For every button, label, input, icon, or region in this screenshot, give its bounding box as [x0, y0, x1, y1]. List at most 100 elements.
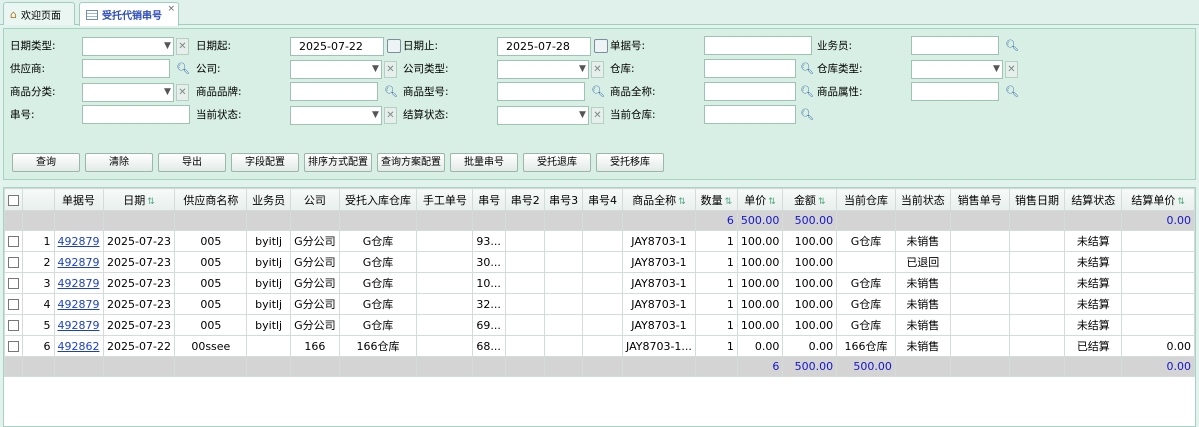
consignment-return-button[interactable]: 受托退库 [523, 153, 591, 172]
salesman-input[interactable] [911, 36, 999, 55]
col-salesman[interactable]: 业务员 [246, 188, 292, 211]
col-serial4[interactable]: 串号4 [582, 188, 624, 211]
date-type-select[interactable] [82, 37, 174, 56]
cell-doc[interactable]: 492879 [53, 293, 104, 315]
col-supplier[interactable]: 供应商名称 [174, 188, 248, 211]
doc-link[interactable]: 492879 [58, 256, 100, 269]
table-row[interactable]: 5 492879 2025-07-23 005 byitlj G分公司 G仓库 69... JA… [4, 314, 1195, 336]
chevron-down-icon[interactable]: ▼ [577, 107, 588, 124]
calendar-icon[interactable] [594, 39, 608, 53]
col-in-warehouse[interactable]: 受托入库仓库 [338, 188, 418, 211]
product-brand-input[interactable] [290, 82, 378, 101]
clear-icon[interactable]: ✕ [384, 61, 397, 78]
col-sale-date[interactable]: 销售日期 [1008, 188, 1066, 211]
close-tab-icon[interactable]: × [167, 4, 175, 14]
table-row[interactable]: 6 492862 2025-07-22 00ssee 166 166仓库 68... JAY8… [4, 335, 1195, 357]
col-serial[interactable]: 串号 [472, 188, 507, 211]
clear-icon[interactable]: ✕ [1005, 61, 1018, 78]
clear-icon[interactable]: ✕ [176, 38, 189, 55]
current-warehouse-input[interactable] [704, 105, 796, 124]
search-icon[interactable]: 🔍︎ [800, 83, 814, 100]
field-config-button[interactable]: 字段配置 [231, 153, 299, 172]
date-from-input[interactable]: 2025-07-22 [290, 37, 384, 56]
export-button[interactable]: 导出 [158, 153, 226, 172]
clear-icon[interactable]: ✕ [384, 107, 397, 124]
sort-config-button[interactable]: 排序方式配置 [304, 153, 372, 172]
tab-welcome[interactable]: ⌂ 欢迎页面 [3, 2, 75, 25]
cell-doc[interactable]: 492879 [53, 272, 104, 294]
warehouse-input[interactable] [704, 59, 796, 78]
product-fullname-input[interactable] [704, 82, 796, 101]
col-manual-no[interactable]: 手工单号 [416, 188, 474, 211]
col-settle-status[interactable]: 结算状态 [1064, 188, 1123, 211]
batch-serial-button[interactable]: 批量串号 [450, 153, 518, 172]
tab-consignment-serial[interactable]: 受托代销串号 × [79, 2, 179, 26]
warehouse-type-select[interactable] [911, 60, 1003, 79]
search-icon[interactable]: 🔍︎ [1005, 37, 1019, 54]
product-category-select[interactable] [82, 83, 174, 102]
chevron-down-icon[interactable]: ▼ [991, 61, 1002, 78]
table-row[interactable]: 4 492879 2025-07-23 005 byitlj G分公司 G仓库 32... JA… [4, 293, 1195, 315]
table-row[interactable]: 1 492879 2025-07-23 005 byitlj G分公司 G仓库 93... JA… [4, 230, 1195, 252]
product-attr-input[interactable] [911, 82, 999, 101]
row-checkbox[interactable] [4, 230, 23, 252]
current-status-select[interactable] [290, 106, 382, 125]
search-icon[interactable]: 🔍︎ [800, 106, 814, 123]
cell-doc[interactable]: 492879 [53, 251, 104, 273]
doc-link[interactable]: 492879 [58, 298, 100, 311]
company-select[interactable] [290, 60, 382, 79]
doc-link[interactable]: 492879 [58, 319, 100, 332]
calendar-icon[interactable] [387, 39, 401, 53]
search-icon[interactable]: 🔍︎ [800, 60, 814, 77]
consignment-transfer-button[interactable]: 受托移库 [596, 153, 664, 172]
supplier-input[interactable] [82, 59, 170, 78]
chevron-down-icon[interactable]: ▼ [370, 107, 381, 124]
select-all-checkbox[interactable] [4, 188, 23, 211]
table-row[interactable]: 2 492879 2025-07-23 005 byitlj G分公司 G仓库 30... JA… [4, 251, 1195, 273]
row-checkbox[interactable] [4, 293, 23, 315]
col-current-status[interactable]: 当前状态 [894, 188, 951, 211]
col-current-warehouse[interactable]: 当前仓库 [836, 188, 896, 211]
search-icon[interactable]: 🔍︎ [176, 60, 190, 77]
row-checkbox[interactable] [4, 251, 23, 273]
search-icon[interactable]: 🔍︎ [384, 83, 398, 100]
doc-link[interactable]: 492879 [58, 235, 100, 248]
clear-icon[interactable]: ✕ [176, 84, 189, 101]
chevron-down-icon[interactable]: ▼ [162, 84, 173, 101]
chevron-down-icon[interactable]: ▼ [370, 61, 381, 78]
cell-doc[interactable]: 492879 [53, 230, 104, 252]
row-checkbox[interactable] [4, 335, 23, 357]
search-icon[interactable]: 🔍︎ [1005, 83, 1019, 100]
search-icon[interactable]: 🔍︎ [591, 83, 605, 100]
col-serial3[interactable]: 串号3 [544, 188, 584, 211]
product-model-input[interactable] [497, 82, 585, 101]
col-qty[interactable]: 数量 ⇅ [694, 188, 738, 211]
cell-doc[interactable]: 492879 [53, 314, 104, 336]
doc-link[interactable]: 492862 [58, 340, 100, 353]
serial-no-input[interactable] [82, 105, 190, 124]
query-button[interactable]: 查询 [12, 153, 80, 172]
cell-doc[interactable]: 492862 [53, 335, 104, 357]
query-plan-config-button[interactable]: 查询方案配置 [377, 153, 445, 172]
table-row[interactable]: 3 492879 2025-07-23 005 byitlj G分公司 G仓库 10... JA… [4, 272, 1195, 294]
col-doc-no[interactable]: 单据号 [53, 188, 104, 211]
doc-link[interactable]: 492879 [58, 277, 100, 290]
chevron-down-icon[interactable]: ▼ [577, 61, 588, 78]
row-checkbox[interactable] [4, 314, 23, 336]
clear-icon[interactable]: ✕ [591, 107, 604, 124]
col-price[interactable]: 单价 ⇅ [736, 188, 784, 211]
col-product[interactable]: 商品全称 ⇅ [622, 188, 696, 211]
col-amount[interactable]: 金额 ⇅ [782, 188, 838, 211]
settle-status-select[interactable] [497, 106, 589, 125]
clear-icon[interactable]: ✕ [591, 61, 604, 78]
col-company[interactable]: 公司 [290, 188, 340, 211]
col-date[interactable]: 日期 ⇅ [102, 188, 176, 211]
company-type-select[interactable] [497, 60, 589, 79]
date-to-input[interactable]: 2025-07-28 [497, 37, 591, 56]
col-settle-price[interactable]: 结算单价 ⇅ [1121, 188, 1195, 211]
chevron-down-icon[interactable]: ▼ [162, 38, 173, 55]
col-serial2[interactable]: 串号2 [505, 188, 546, 211]
row-checkbox[interactable] [4, 272, 23, 294]
doc-no-input[interactable] [704, 36, 812, 55]
clear-button[interactable]: 清除 [85, 153, 153, 172]
